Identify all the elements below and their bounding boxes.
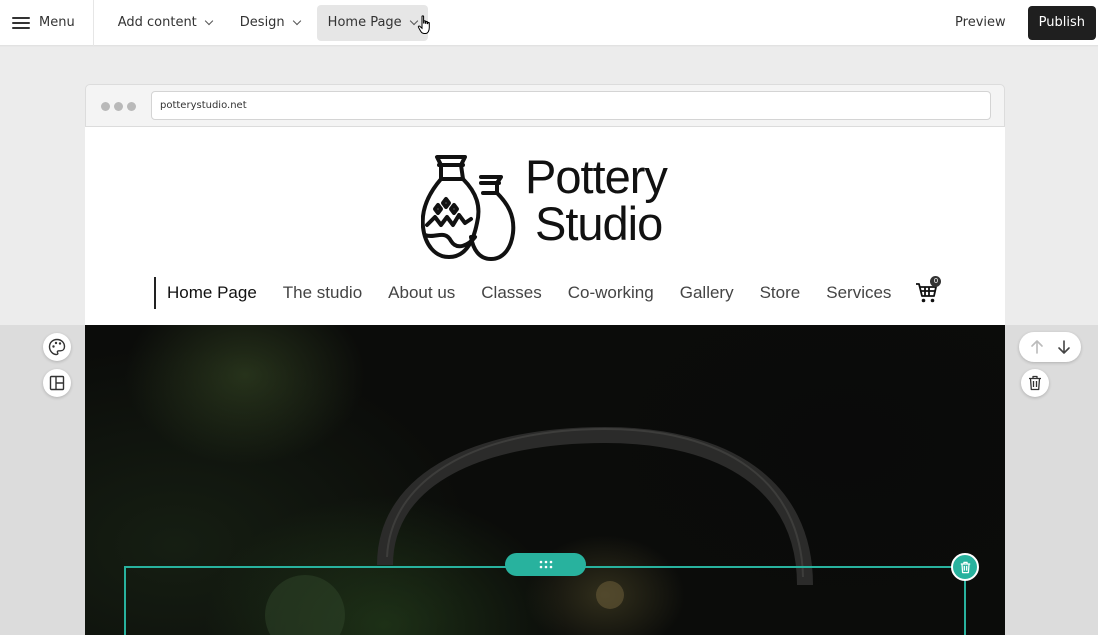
logo-line-1: Pottery: [525, 150, 668, 203]
trash-icon: [1029, 375, 1041, 391]
nav-item-home-page[interactable]: Home Page: [167, 283, 257, 303]
window-dots-icon: [101, 102, 136, 111]
hamburger-icon: [12, 16, 30, 29]
add-content-dropdown[interactable]: Add content: [107, 5, 223, 41]
design-label: Design: [239, 15, 285, 30]
selected-block-outline[interactable]: [124, 566, 966, 635]
cart-count-badge: 0: [930, 276, 942, 287]
drag-handle[interactable]: [505, 553, 586, 576]
url-text: potterystudio.net: [160, 100, 247, 111]
hand-cursor-icon: [417, 15, 430, 34]
editor-toolbar: Menu Add content Design Home Page Previe…: [0, 0, 1098, 46]
section-move-controls: [1019, 332, 1081, 362]
section-layout-button[interactable]: [43, 369, 71, 397]
logo-line-2: Studio: [535, 197, 663, 250]
delete-section-button[interactable]: [1021, 369, 1049, 397]
design-dropdown[interactable]: Design: [229, 5, 311, 41]
nav-item-store[interactable]: Store: [760, 283, 801, 303]
nav-item-the-studio[interactable]: The studio: [283, 283, 362, 303]
preview-button[interactable]: Preview: [955, 15, 1006, 30]
site-navigation: Home Page The studio About us Classes Co…: [154, 276, 942, 309]
delete-block-button[interactable]: [951, 553, 979, 581]
drag-grid-icon: [539, 560, 552, 569]
palette-icon: [48, 338, 66, 356]
vases-logo-icon: [421, 155, 516, 261]
layout-icon: [49, 375, 65, 391]
arrow-down-icon[interactable]: [1056, 339, 1072, 355]
chevron-down-icon: [292, 16, 301, 25]
nav-item-co-working[interactable]: Co-working: [568, 283, 654, 303]
logo-wordmark: Pottery Studio: [525, 150, 668, 250]
cart-button[interactable]: 0: [915, 276, 942, 305]
site-header[interactable]: Pottery Studio Home Page The studio Abou…: [85, 127, 1005, 325]
arrow-up-icon[interactable]: [1029, 339, 1045, 355]
page-select-label: Home Page: [327, 15, 402, 30]
add-content-label: Add content: [117, 15, 197, 30]
site-logo[interactable]: Pottery Studio: [421, 153, 681, 263]
page-select-dropdown[interactable]: Home Page: [316, 4, 428, 41]
url-field: potterystudio.net: [151, 91, 991, 120]
publish-button[interactable]: Publish: [1027, 5, 1096, 40]
nav-item-gallery[interactable]: Gallery: [680, 283, 734, 303]
section-style-button[interactable]: [43, 333, 71, 361]
chevron-down-icon: [204, 16, 214, 25]
nav-item-about-us[interactable]: About us: [388, 283, 455, 303]
nav-item-classes[interactable]: Classes: [481, 283, 541, 303]
nav-item-services[interactable]: Services: [826, 283, 891, 303]
browser-frame-bar: potterystudio.net: [85, 84, 1005, 127]
menu-button[interactable]: Menu: [0, 0, 94, 46]
trash-icon: [960, 561, 970, 573]
menu-label: Menu: [39, 15, 75, 30]
